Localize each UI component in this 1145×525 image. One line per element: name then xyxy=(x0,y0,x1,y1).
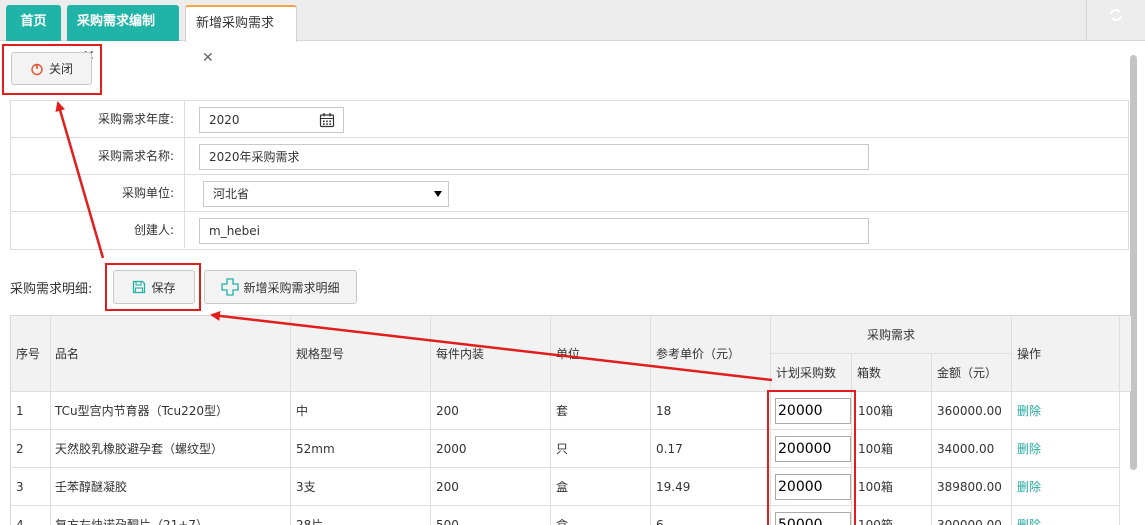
header-price: 参考单价（元） xyxy=(651,316,771,392)
creator-label: 创建人: xyxy=(11,212,185,248)
header-qty: 计划采购数 xyxy=(771,354,852,392)
header-boxes: 箱数 xyxy=(852,354,932,392)
refresh-icon xyxy=(1110,8,1122,22)
cell-ops: 删除 xyxy=(1012,468,1120,506)
cell-price: 0.17 xyxy=(651,430,771,468)
unit-select[interactable]: 河北省 xyxy=(203,181,449,207)
detail-table: 序号 品名 规格型号 每件内装 单位 参考单价（元） 采购需求 计划采购数 箱数… xyxy=(10,315,1131,525)
cell-price: 6 xyxy=(651,506,771,525)
cell-ops: 删除 xyxy=(1012,430,1120,468)
add-detail-button-label: 新增采购需求明细 xyxy=(243,280,340,295)
cell-unit: 只 xyxy=(551,430,651,468)
header-ops: 操作 xyxy=(1012,316,1120,392)
header-spec: 规格型号 xyxy=(291,316,431,392)
delete-link[interactable]: 删除 xyxy=(1017,402,1041,419)
cell-ops: 删除 xyxy=(1012,392,1120,430)
delete-link[interactable]: 删除 xyxy=(1017,478,1041,495)
cell-name: TCu型宫内节育器（Tcu220型） xyxy=(51,392,291,430)
cell-boxes: 100箱 xyxy=(852,430,932,468)
name-value: 2020年采购需求 xyxy=(209,150,300,164)
cell-seq: 3 xyxy=(11,468,51,506)
cell-amount: 300000.00 xyxy=(932,506,1012,525)
cell-pack: 200 xyxy=(431,468,551,506)
cell-name: 复方左炔诺孕酮片（21+7） xyxy=(51,506,291,525)
tab-requirement-edit[interactable]: 采购需求编制✕ xyxy=(67,5,179,64)
year-label: 采购需求年度: xyxy=(11,101,185,137)
creator-value: m_hebei xyxy=(209,224,261,238)
form-row-creator: 创建人: m_hebei xyxy=(11,212,1128,249)
cell-spec: 28片 xyxy=(291,506,431,525)
cell-amount: 389800.00 xyxy=(932,468,1012,506)
annotation-box xyxy=(105,263,201,311)
header-scroll-gap xyxy=(1120,316,1131,392)
cell-name: 天然胶乳橡胶避孕套（螺纹型） xyxy=(51,430,291,468)
close-icon[interactable]: ✕ xyxy=(202,50,214,66)
delete-link[interactable]: 删除 xyxy=(1017,440,1041,457)
header-unit: 单位 xyxy=(551,316,651,392)
requirement-form: 采购需求年度: 2020 采购需求名称: 2020年采购需求 采购单位: 河北省… xyxy=(10,100,1129,250)
form-row-name: 采购需求名称: 2020年采购需求 xyxy=(11,138,1128,175)
tab-new-requirement-label: 新增采购需求 xyxy=(196,16,275,31)
vertical-scrollbar[interactable] xyxy=(1130,55,1137,470)
cell-spec: 3支 xyxy=(291,468,431,506)
annotation-box xyxy=(2,44,102,95)
cell-ops: 删除 xyxy=(1012,506,1120,525)
year-field[interactable]: 2020 xyxy=(199,107,344,133)
header-pack: 每件内装 xyxy=(431,316,551,392)
form-row-year: 采购需求年度: 2020 xyxy=(11,101,1128,138)
cell-unit: 盒 xyxy=(551,506,651,525)
tab-home[interactable]: 首页 xyxy=(6,5,61,41)
caret-down-icon xyxy=(434,191,442,197)
cell-pack: 200 xyxy=(431,392,551,430)
unit-label: 采购单位: xyxy=(11,175,185,211)
plus-icon xyxy=(221,278,240,296)
cell-spec: 中 xyxy=(291,392,431,430)
tab-requirement-edit-label: 采购需求编制 xyxy=(77,14,156,29)
tab-bar: 首页 采购需求编制✕ 新增采购需求 ✕ xyxy=(0,0,1145,66)
detail-section-label: 采购需求明细: xyxy=(10,282,93,297)
cell-boxes: 100箱 xyxy=(852,392,932,430)
cell-name: 壬苯醇醚凝胶 xyxy=(51,468,291,506)
cell-amount: 34000.00 xyxy=(932,430,1012,468)
form-row-unit: 采购单位: 河北省 xyxy=(11,175,1128,212)
header-amount: 金额（元） xyxy=(932,354,1012,392)
name-field[interactable]: 2020年采购需求 xyxy=(199,144,869,170)
calendar-icon[interactable] xyxy=(319,112,335,128)
cell-boxes: 100箱 xyxy=(852,468,932,506)
header-seq: 序号 xyxy=(11,316,51,392)
cell-seq: 1 xyxy=(11,392,51,430)
name-label: 采购需求名称: xyxy=(11,138,185,174)
cell-price: 18 xyxy=(651,392,771,430)
cell-unit: 盒 xyxy=(551,468,651,506)
cell-spec: 52mm xyxy=(291,430,431,468)
year-value: 2020 xyxy=(209,113,240,127)
tab-home-label: 首页 xyxy=(20,14,47,29)
cell-pack: 2000 xyxy=(431,430,551,468)
cell-unit: 套 xyxy=(551,392,651,430)
header-name: 品名 xyxy=(51,316,291,392)
cell-amount: 360000.00 xyxy=(932,392,1012,430)
unit-value: 河北省 xyxy=(213,187,250,201)
cell-price: 19.49 xyxy=(651,468,771,506)
creator-field[interactable]: m_hebei xyxy=(199,218,869,244)
cell-seq: 4 xyxy=(11,506,51,525)
header-requirement-group: 采购需求 xyxy=(771,316,1012,354)
cell-pack: 500 xyxy=(431,506,551,525)
refresh-button[interactable] xyxy=(1086,0,1145,40)
tab-new-requirement[interactable]: 新增采购需求 ✕ xyxy=(185,5,297,66)
cell-boxes: 100箱 xyxy=(852,506,932,525)
annotation-box xyxy=(767,390,856,525)
delete-link[interactable]: 删除 xyxy=(1017,516,1041,525)
cell-seq: 2 xyxy=(11,430,51,468)
add-detail-button[interactable]: 新增采购需求明细 xyxy=(204,270,357,304)
